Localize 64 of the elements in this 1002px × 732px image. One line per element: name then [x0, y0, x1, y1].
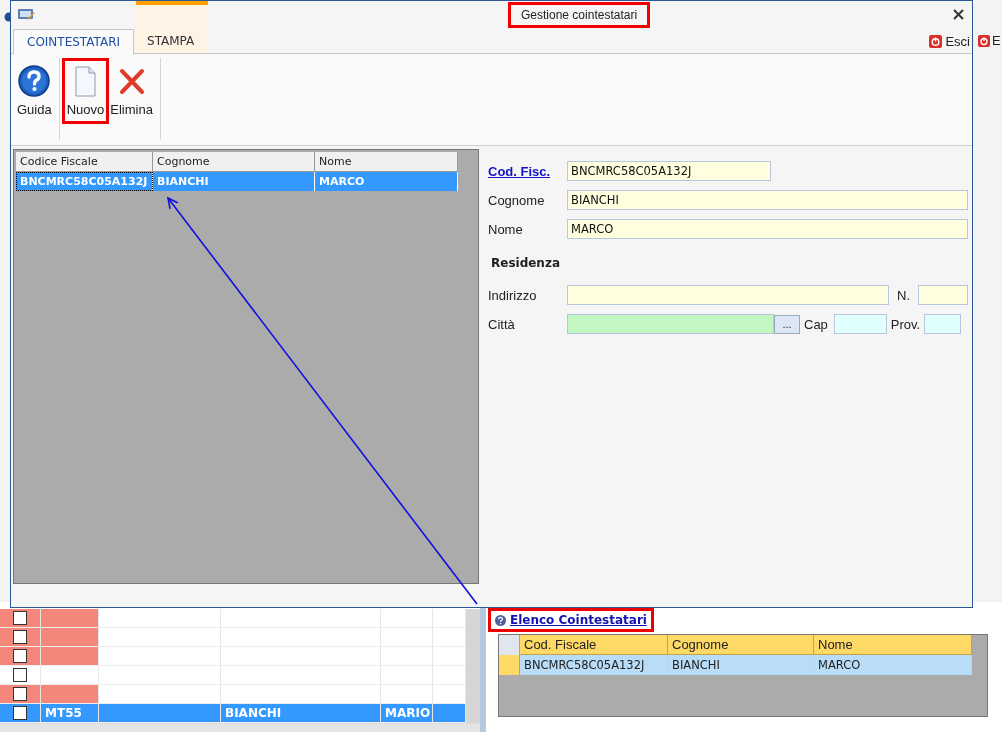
power-icon	[929, 35, 943, 48]
grid-cell: MARCO	[814, 655, 972, 675]
field-link[interactable]: Cod. Fisc.	[488, 163, 567, 179]
help-icon	[495, 614, 506, 626]
input-field[interactable]: MARCO	[567, 219, 968, 239]
browse-button[interactable]: ...	[774, 314, 800, 334]
grid-cell	[41, 647, 99, 665]
app-icon	[17, 6, 35, 23]
tab-group-band	[136, 1, 208, 28]
grid-corner	[499, 635, 520, 655]
input-field[interactable]	[918, 285, 968, 305]
column-header[interactable]: Cod. Fiscale	[520, 635, 668, 655]
row-indicator	[499, 655, 520, 675]
column-header[interactable]: Cognome	[153, 152, 315, 171]
column-header[interactable]: Nome	[315, 152, 458, 171]
checkbox[interactable]	[13, 630, 27, 644]
grid-cell: BIANCHI	[221, 704, 381, 722]
field-label: Cognome	[488, 192, 546, 208]
tab[interactable]: COINTESTATARI	[13, 29, 135, 54]
field-label: Nome	[488, 221, 524, 237]
checkbox[interactable]	[13, 649, 27, 663]
grid-cell	[41, 609, 99, 627]
grid-cell: BNCMRC58C05A132J	[520, 655, 668, 675]
column-header[interactable]: Codice Fiscale	[16, 152, 153, 171]
toolbar-button[interactable]: Nuovo	[61, 58, 110, 124]
grid-cell: BNCMRC58C05A132J	[16, 172, 153, 191]
input-field[interactable]: BNCMRC58C05A132J	[567, 161, 771, 181]
help-icon	[18, 65, 51, 98]
input-field[interactable]	[924, 314, 962, 334]
grid-cell: BIANCHI	[668, 655, 814, 675]
horizontal-scrollbar[interactable]	[0, 723, 480, 732]
section-link[interactable]: Elenco Cointestatari	[488, 608, 654, 632]
window-title: Gestione cointestatari	[508, 1, 651, 28]
input-field[interactable]	[567, 285, 889, 305]
column-header[interactable]: Nome	[814, 635, 972, 655]
grid-cell: MARIO	[381, 704, 433, 722]
tab[interactable]: STAMPA	[134, 29, 208, 53]
grid-cell	[41, 628, 99, 646]
power-icon	[978, 34, 990, 47]
input-field[interactable]: BIANCHI	[567, 190, 968, 210]
grid-cell: MARCO	[315, 172, 458, 191]
field-label: Città	[488, 316, 516, 332]
link-text[interactable]: Elenco Cointestatari	[510, 613, 647, 627]
field-label: Cap	[804, 316, 828, 332]
exit-label: E	[992, 33, 1001, 48]
checkbox[interactable]	[13, 687, 27, 701]
grid-cell	[41, 685, 99, 703]
input-field[interactable]	[567, 314, 774, 334]
checkbox[interactable]	[13, 706, 27, 720]
field-label: Indirizzo	[488, 287, 538, 303]
close-icon[interactable]	[953, 9, 964, 20]
section-heading: Residenza	[490, 255, 561, 272]
input-field[interactable]	[833, 314, 887, 334]
exit-button[interactable]: Esci	[929, 34, 970, 49]
column-header[interactable]: Cognome	[668, 635, 814, 655]
exit-button[interactable]: E	[978, 33, 1002, 48]
toolbar-button[interactable]: Guida	[12, 58, 57, 124]
grid-cell: BIANCHI	[153, 172, 315, 191]
checkbox[interactable]	[13, 611, 27, 625]
field-label: N.	[897, 287, 910, 303]
checkbox[interactable]	[13, 668, 27, 682]
field-label: Prov.	[890, 316, 921, 332]
grid-cell: MT55	[41, 704, 99, 722]
vertical-scrollbar[interactable]	[466, 609, 480, 723]
